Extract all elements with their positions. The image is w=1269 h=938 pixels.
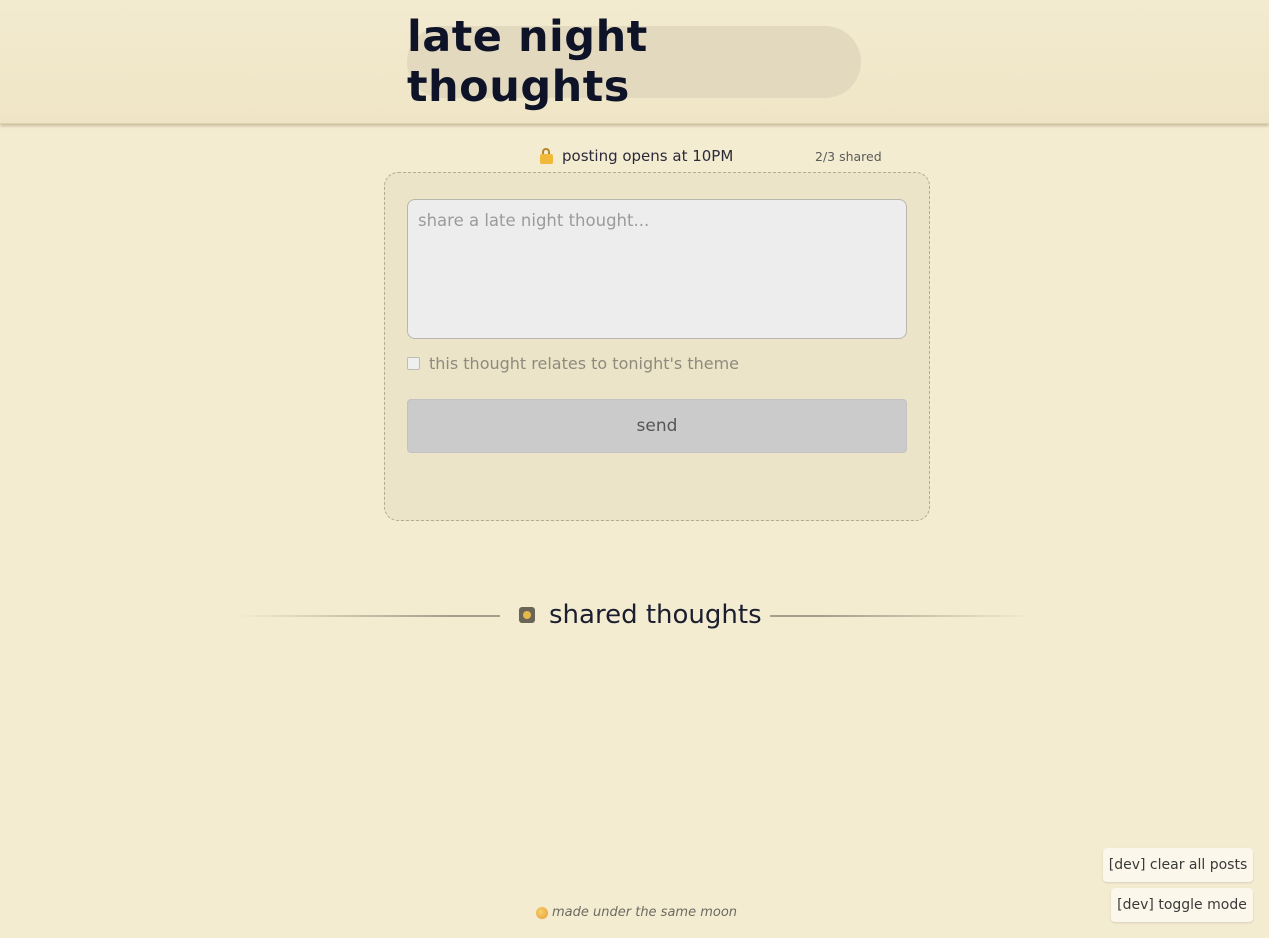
theme-checkbox-row[interactable]: this thought relates to tonight's theme — [407, 354, 739, 373]
title-pill: late night thoughts — [407, 12, 861, 112]
footer-text: made under the same moon — [552, 905, 738, 920]
dev-clear-posts-button[interactable]: [dev] clear all posts — [1103, 848, 1253, 882]
section-title: shared thoughts — [549, 600, 762, 630]
theme-checkbox-label: this thought relates to tonight's theme — [429, 354, 740, 373]
divider-left — [238, 615, 500, 617]
posting-status-text: posting opens at 10PM — [562, 147, 734, 165]
shared-thoughts-heading: shared thoughts — [0, 597, 1269, 633]
lock-icon — [540, 148, 553, 164]
dev-toggle-mode-button[interactable]: [dev] toggle mode — [1111, 888, 1253, 922]
page-title: late night thoughts — [407, 12, 648, 112]
footer: made under the same moon — [536, 905, 737, 920]
shared-count: 2/3 shared — [815, 149, 882, 164]
moon-icon — [536, 906, 548, 919]
thought-input[interactable] — [407, 199, 907, 339]
divider-right — [770, 615, 1032, 617]
send-button[interactable]: send — [407, 399, 907, 453]
moon-picture-icon — [519, 607, 535, 623]
composer-card: this thought relates to tonight's theme … — [384, 172, 930, 521]
posting-status: posting opens at 10PM — [540, 145, 733, 167]
header: late night thoughts — [0, 0, 1269, 124]
theme-checkbox[interactable] — [407, 357, 420, 370]
